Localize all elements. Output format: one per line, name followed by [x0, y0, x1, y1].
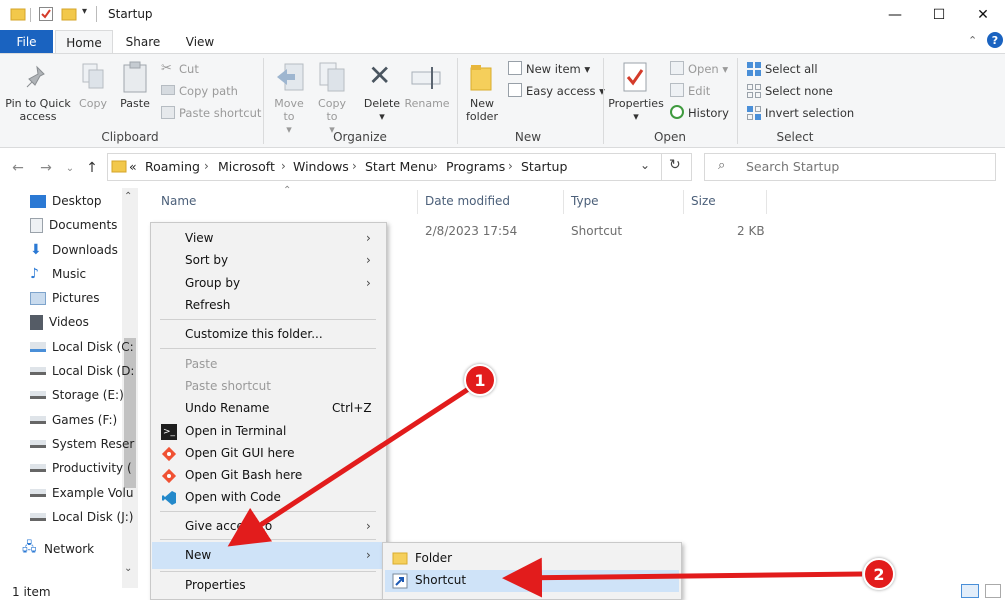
annotation-arrow-2 — [502, 557, 863, 598]
annotation-arrows — [227, 385, 863, 598]
annotation-arrow-1 — [227, 385, 472, 547]
annotation-badge-1: 1 — [464, 364, 496, 396]
annotation-badge-2: 2 — [863, 558, 895, 590]
